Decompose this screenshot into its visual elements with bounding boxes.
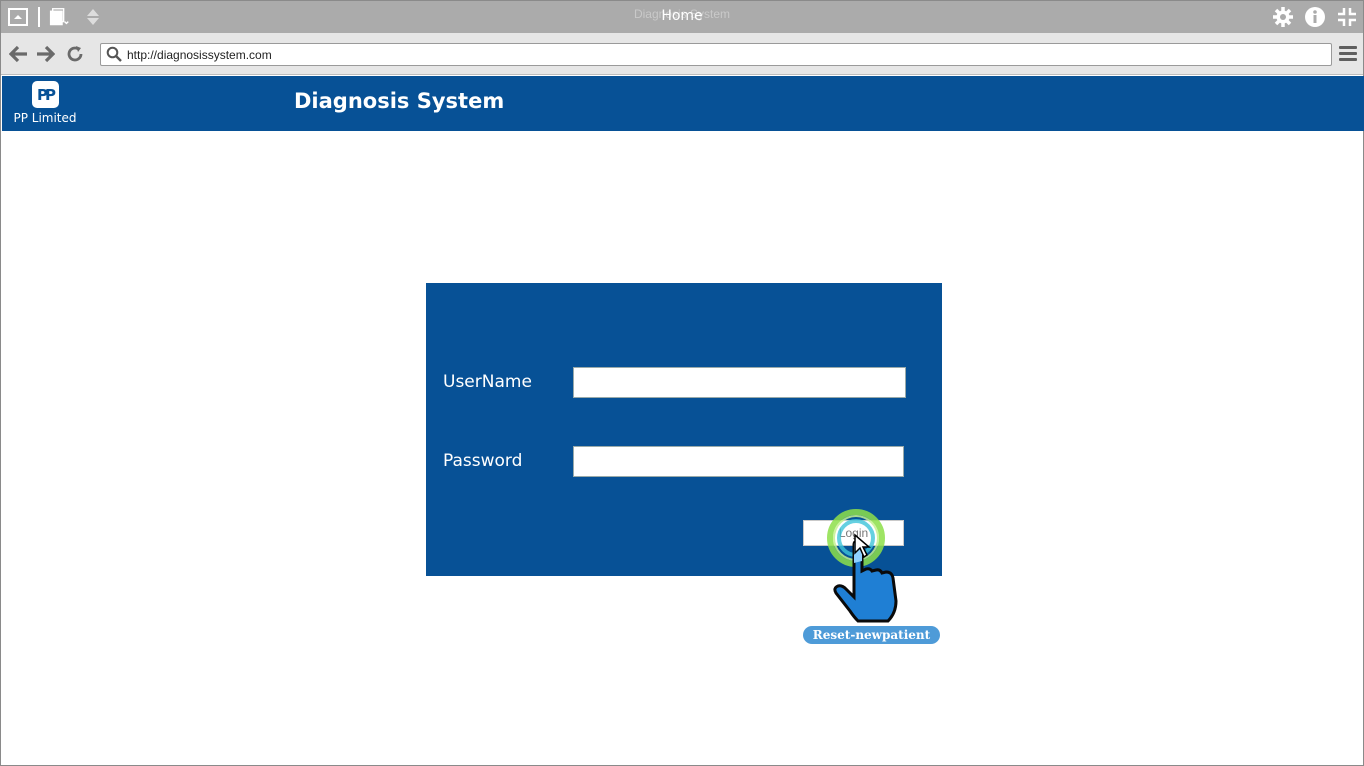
window-icon[interactable]	[7, 6, 29, 28]
navigation-bar	[1, 33, 1363, 75]
reload-icon	[67, 46, 83, 62]
title-bar: Diagnosis System Home	[1, 1, 1363, 33]
username-label: UserName	[443, 372, 532, 392]
password-input[interactable]	[573, 446, 904, 477]
password-label: Password	[443, 451, 523, 471]
title-divider	[38, 7, 40, 27]
logo-text: PP Limited	[13, 111, 77, 125]
app-header: PP PP Limited Diagnosis System	[2, 76, 1364, 131]
company-logo[interactable]: PP PP Limited	[10, 81, 80, 127]
info-icon[interactable]	[1304, 6, 1326, 28]
forward-arrow-icon	[37, 45, 55, 63]
window-title: Home	[661, 8, 703, 24]
address-bar[interactable]	[100, 43, 1332, 66]
sort-icon[interactable]	[82, 6, 104, 28]
back-button[interactable]	[8, 43, 30, 65]
reload-button[interactable]	[64, 43, 86, 65]
browser-window: Diagnosis System Home http://diagnosissy…	[0, 0, 1364, 766]
arrow-pointer-icon	[854, 533, 871, 559]
gear-icon[interactable]	[1272, 6, 1294, 28]
pages-icon[interactable]	[49, 6, 71, 28]
url-input[interactable]	[127, 46, 1317, 63]
collapse-icon[interactable]	[1336, 6, 1358, 28]
back-arrow-icon	[9, 45, 27, 63]
logo-mark: PP	[31, 81, 59, 108]
interaction-annotation-badge: Reset-newpatient	[803, 626, 940, 644]
app-title: Diagnosis System	[294, 89, 505, 113]
search-icon	[106, 46, 122, 62]
menu-icon[interactable]	[1339, 46, 1357, 62]
forward-button[interactable]	[34, 43, 56, 65]
username-input[interactable]	[573, 367, 906, 398]
